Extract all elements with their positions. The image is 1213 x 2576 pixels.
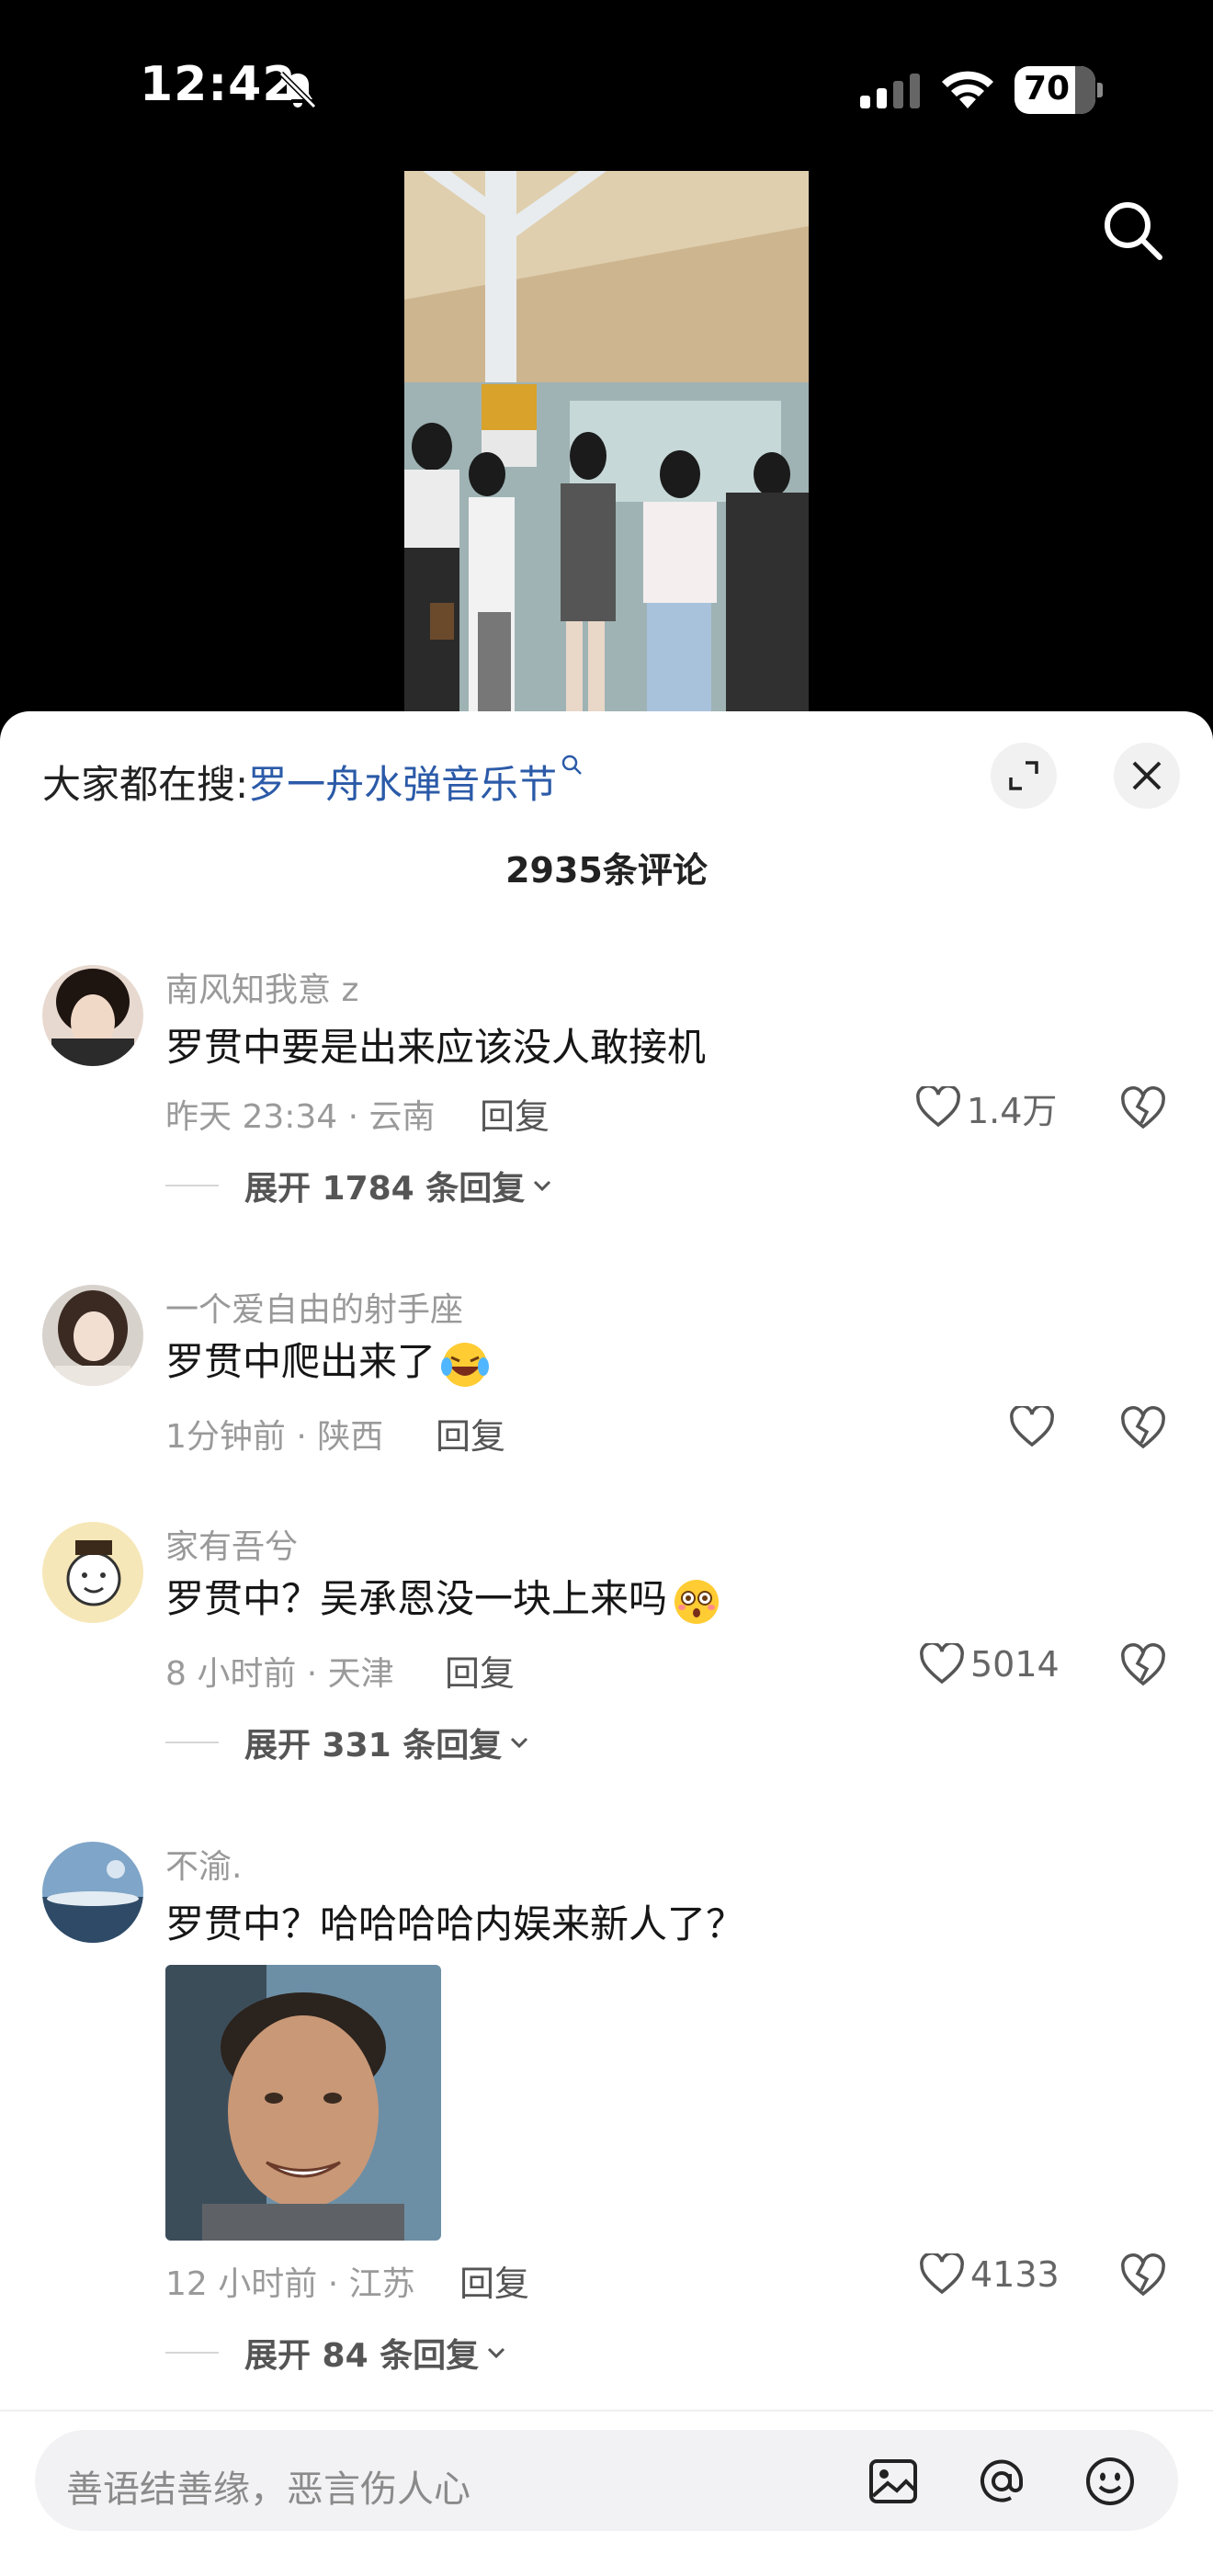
status-time: 12:42	[140, 57, 297, 112]
heart-icon	[920, 2253, 964, 2295]
comment-meta: 12 小时前 · 江苏	[165, 2265, 415, 2303]
like-button[interactable]: 1.4万	[915, 1084, 1058, 1131]
reply-button[interactable]: 回复	[445, 1645, 515, 1696]
close-button[interactable]	[1114, 743, 1180, 809]
avatar[interactable]	[42, 1842, 143, 1943]
comment-sheet: 大家都在搜:罗一舟水弹音乐节 2935条评论 南风知我意 z 罗贯中要是出来应该…	[0, 711, 1213, 2576]
avatar[interactable]	[42, 965, 143, 1066]
comment-text: 罗贯中？吴承恩没一块上来吗	[165, 1568, 722, 1628]
mention-icon[interactable]	[974, 2454, 1029, 2509]
comment-username[interactable]: 不渝.	[165, 1840, 242, 1888]
expand-replies-button[interactable]: 展开 331 条回复	[165, 1719, 531, 1766]
trending-search[interactable]: 大家都在搜:罗一舟水弹音乐节	[42, 754, 584, 810]
broken-heart-icon[interactable]	[1119, 1643, 1167, 1687]
like-button[interactable]: 5014	[919, 1641, 1060, 1687]
like-count: 1.4万	[967, 1090, 1058, 1131]
like-count: 5014	[970, 1644, 1060, 1685]
expand-sheet-button[interactable]	[991, 743, 1057, 809]
like-button[interactable]: 4133	[919, 2252, 1060, 2298]
video-thumbnail[interactable]	[404, 171, 809, 711]
trending-query-link[interactable]: 罗一舟水弹音乐节	[248, 762, 557, 807]
comment-image[interactable]	[165, 1965, 441, 2241]
reply-button[interactable]: 回复	[480, 1088, 550, 1139]
reply-button[interactable]: 回复	[436, 1408, 505, 1458]
expand-replies-label: 展开 331 条回复	[244, 1727, 503, 1765]
cellular-signal-icon	[860, 74, 920, 108]
heart-icon	[916, 1086, 960, 1128]
image-icon[interactable]	[866, 2454, 921, 2509]
comment-text-content: 罗贯中？吴承恩没一块上来吗	[165, 1576, 668, 1621]
expand-replies-label: 展开 84 条回复	[244, 2337, 480, 2375]
heart-icon	[1010, 1406, 1054, 1447]
like-button[interactable]	[1009, 1404, 1060, 1450]
bell-off-icon	[278, 71, 317, 109]
broken-heart-icon[interactable]	[1119, 1086, 1167, 1130]
comment-username[interactable]: 家有吾兮	[165, 1520, 298, 1568]
dazed-emoji	[675, 1579, 720, 1624]
avatar[interactable]	[42, 1285, 143, 1386]
comment-username[interactable]: 南风知我意 z	[165, 963, 358, 1011]
close-icon	[1132, 761, 1162, 790]
comment-input[interactable]: 善语结善缘，恶言伤人心	[35, 2430, 1178, 2531]
expand-replies-label: 展开 1784 条回复	[244, 1170, 526, 1208]
comment-meta: 8 小时前 · 天津	[165, 1655, 394, 1693]
expand-replies-button[interactable]: 展开 1784 条回复	[165, 1162, 554, 1209]
expand-replies-button[interactable]: 展开 84 条回复	[165, 2329, 508, 2377]
comment-text: 罗贯中？哈哈哈哈内娱来新人了？	[165, 1901, 745, 1946]
comment-username[interactable]: 一个爱自由的射手座	[165, 1283, 463, 1331]
comment-meta: 昨天 23:34 · 云南	[165, 1098, 436, 1136]
heart-icon	[920, 1643, 964, 1685]
trending-prefix: 大家都在搜:	[42, 762, 249, 807]
chevron-down-icon	[511, 1737, 528, 1749]
comment-meta: 1分钟前 · 陕西	[165, 1418, 384, 1456]
battery-indicator: 70	[1015, 66, 1103, 114]
search-icon[interactable]	[1099, 197, 1167, 265]
comment-input-placeholder: 善语结善缘，恶言伤人心	[66, 2468, 470, 2511]
comment-count: 2935条评论	[505, 850, 708, 891]
status-bar: 12:42 70	[0, 0, 1213, 175]
broken-heart-icon[interactable]	[1119, 2253, 1167, 2298]
comment-text: 罗贯中爬出来了	[165, 1331, 491, 1390]
chevron-down-icon	[534, 1180, 551, 1192]
wifi-icon	[942, 71, 993, 108]
like-count: 4133	[970, 2254, 1060, 2295]
emoji-icon[interactable]	[1083, 2454, 1138, 2509]
avatar[interactable]	[42, 1522, 143, 1623]
comment-text-content: 罗贯中爬出来了	[165, 1339, 436, 1384]
reply-button[interactable]: 回复	[459, 2255, 529, 2306]
broken-heart-icon[interactable]	[1119, 1406, 1167, 1450]
comment-input-bar: 善语结善缘，恶言伤人心	[0, 2410, 1213, 2576]
comment-text: 罗贯中要是出来应该没人敢接机	[165, 1025, 707, 1070]
chevron-down-icon	[488, 2347, 505, 2359]
airport-scene-image	[404, 171, 809, 711]
battery-level: 70	[1023, 70, 1071, 108]
expand-icon	[1009, 761, 1038, 790]
search-small-icon	[561, 755, 583, 775]
laughing-crying-emoji	[441, 1342, 490, 1387]
